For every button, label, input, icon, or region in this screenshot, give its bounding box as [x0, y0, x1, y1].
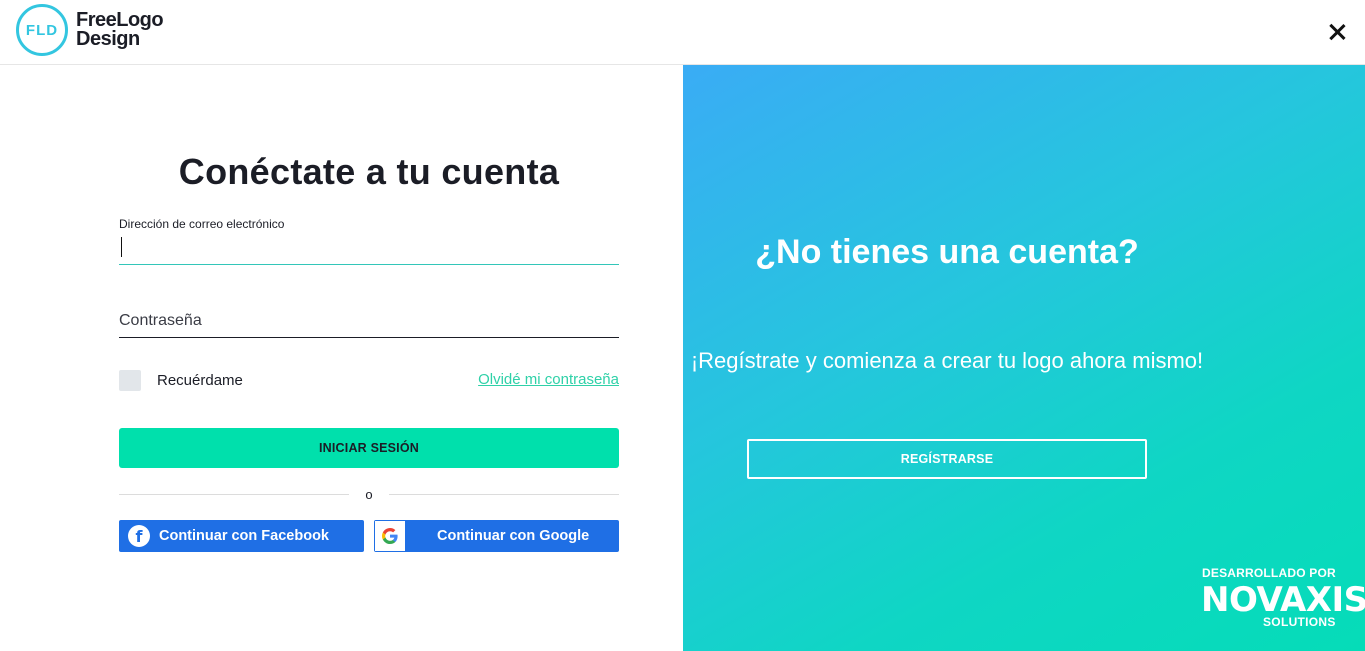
google-label: Continuar con Google [437, 528, 590, 544]
email-label: Dirección de correo electrónico [119, 217, 285, 231]
header: FLD FreeLogo Design [0, 0, 1365, 65]
register-button[interactable]: REGÍSTRARSE [747, 439, 1147, 479]
signup-subtitle: ¡Regístrate y comienza a crear tu logo a… [690, 348, 1204, 373]
signup-title: ¿No tienes una cuenta? [755, 233, 1139, 271]
logo-mark-text: FLD [25, 21, 59, 39]
signup-panel: ¿No tienes una cuenta? ¡Regístrate y com… [683, 65, 1365, 651]
remember-me[interactable]: Recuérdame [119, 370, 243, 391]
novaxis-sub: SOLUTIONS [1263, 615, 1336, 629]
facebook-icon: f [128, 525, 150, 547]
divider-line-right [389, 494, 619, 495]
or-divider: o [119, 487, 619, 502]
divider-line-left [119, 494, 349, 495]
login-panel: Conéctate a tu cuenta Dirección de corre… [0, 65, 683, 651]
freelogodesign-logo[interactable]: FLD FreeLogo Design [16, 4, 164, 56]
logo-line-2: Design [76, 28, 140, 50]
remember-label: Recuérdame [157, 372, 243, 389]
facebook-label: Continuar con Facebook [159, 528, 329, 544]
logo-mark: FLD [16, 4, 68, 56]
remember-checkbox[interactable] [119, 370, 141, 391]
login-title: Conéctate a tu cuenta [178, 151, 560, 192]
login-button[interactable]: INICIAR SESIÓN [119, 428, 619, 468]
novaxis-logo: NOVAXIS [1201, 580, 1365, 620]
developed-by-label: DESARROLLADO POR [1202, 566, 1336, 580]
logo-wordmark: FreeLogo Design [76, 10, 164, 50]
email-field[interactable] [119, 235, 619, 265]
facebook-login-button[interactable]: f Continuar con Facebook [119, 520, 364, 552]
google-login-button[interactable]: Continuar con Google [374, 520, 619, 552]
or-text: o [365, 487, 373, 502]
close-icon[interactable] [1325, 20, 1349, 44]
text-caret [121, 237, 122, 257]
password-field[interactable] [119, 305, 619, 338]
forgot-password-link[interactable]: Olvidé mi contraseña [464, 371, 619, 388]
google-icon [375, 521, 405, 551]
